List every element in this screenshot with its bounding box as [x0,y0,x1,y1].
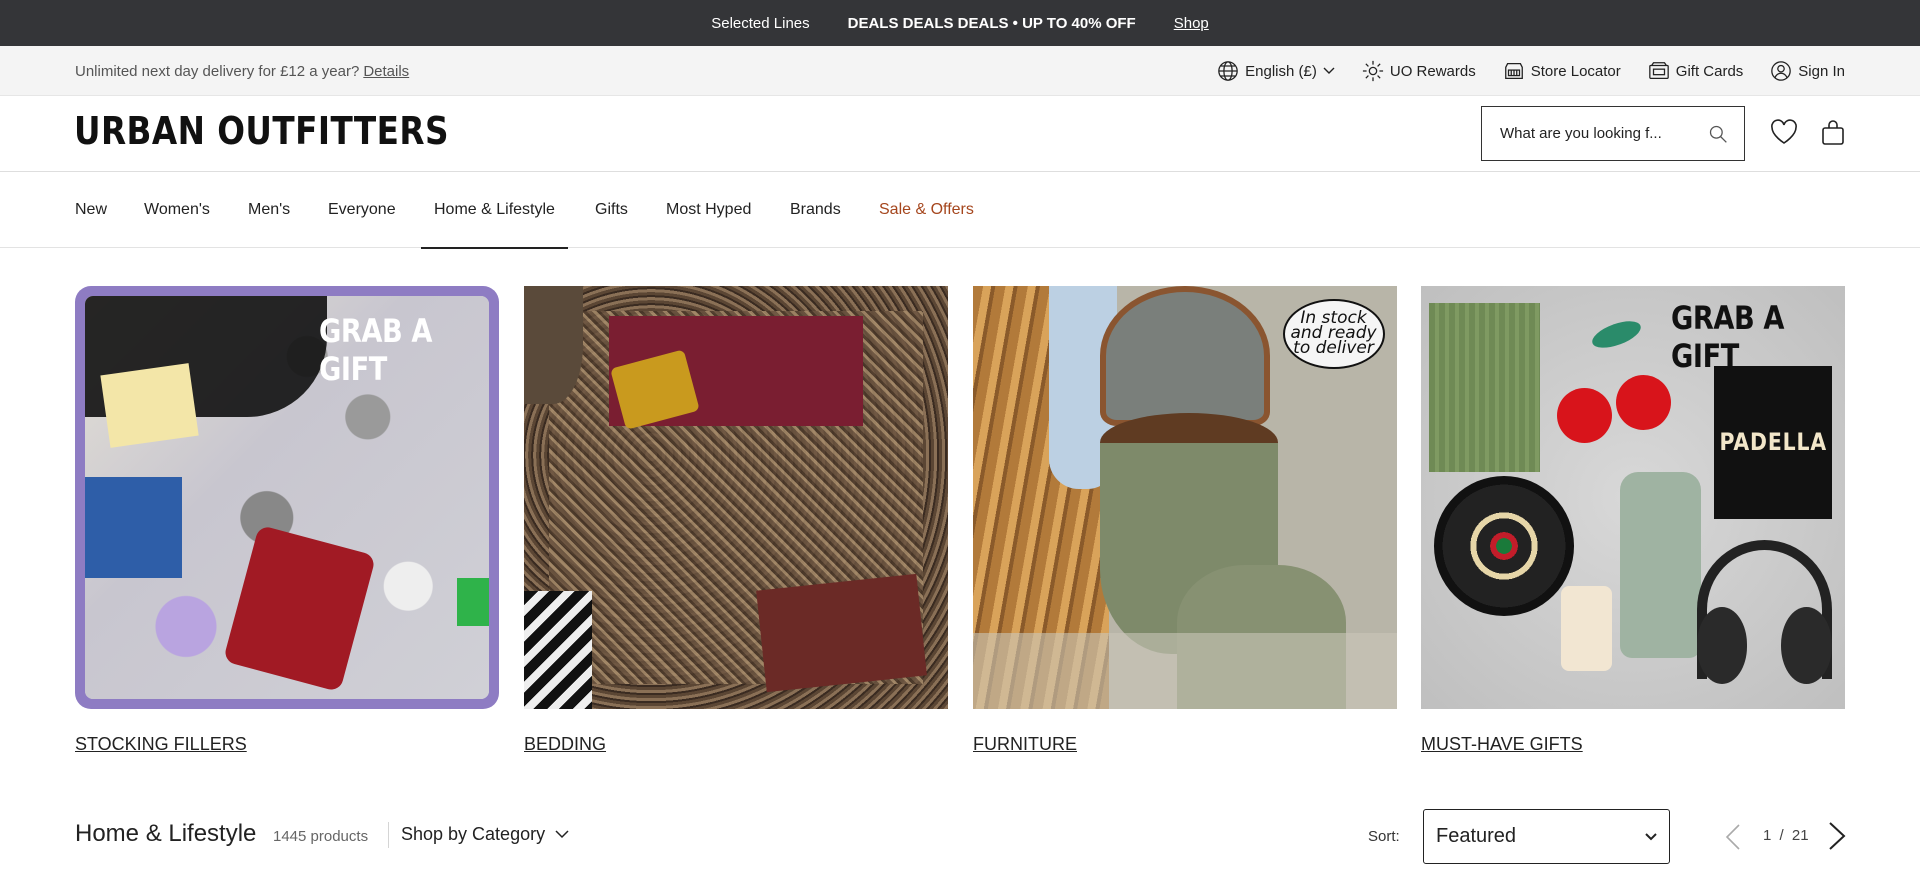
promo-selected-lines[interactable]: Selected Lines [711,15,809,32]
page-indicator: 1 / 21 [1763,827,1809,844]
must-have-gifts-overlay-text: GRAB A GIFT [1671,298,1785,375]
delivery-details-link[interactable]: Details [363,63,409,80]
bedding-link[interactable]: BEDDING [524,734,606,755]
nav-item-womens[interactable]: Women's [144,172,210,248]
stocking-fillers-image[interactable]: GRAB A GIFT [75,286,499,709]
wishlist-heart-icon[interactable] [1770,119,1798,145]
toolbar-divider [388,822,389,848]
nav-item-mens[interactable]: Men's [248,172,290,248]
language-label: English (£) [1245,62,1317,80]
shopping-bag-icon[interactable] [1820,119,1846,147]
stocking-fillers-overlay-text: GRAB A GIFT [319,312,433,389]
sign-in-label: Sign In [1798,62,1845,80]
listing-toolbar: Home & Lifestyle 1445 products Shop by C… [0,800,1920,870]
shop-by-category-label: Shop by Category [401,824,546,844]
category-tile-stocking-fillers[interactable]: GRAB A GIFT STOCKING FILLERS [75,286,499,754]
must-have-gifts-image[interactable]: PADELLA GRAB A GIFT [1421,286,1845,709]
next-page-icon[interactable] [1828,822,1846,850]
previous-page-icon[interactable] [1725,824,1741,850]
search-box[interactable] [1481,106,1745,161]
bedding-image[interactable] [524,286,948,709]
nav-item-everyone[interactable]: Everyone [328,172,396,248]
nav-item-sale-offers[interactable]: Sale & Offers [879,172,974,248]
store-icon [1504,63,1523,79]
gift-cards-link[interactable]: Gift Cards [1648,60,1744,82]
shop-by-category-dropdown[interactable]: Shop by Category [401,824,569,845]
listing-title: Home & Lifestyle [75,820,257,847]
must-have-gifts-link[interactable]: MUST-HAVE GIFTS [1421,734,1583,755]
uo-rewards-label: UO Rewards [1389,62,1476,80]
uo-rewards-link[interactable]: UO Rewards [1362,60,1476,82]
sign-in-link[interactable]: Sign In [1770,60,1845,82]
page-total: 21 [1791,827,1809,844]
gift-card-icon [1648,62,1669,79]
sort-value: Featured [1436,825,1517,847]
search-input[interactable] [1500,125,1700,142]
user-icon [1771,61,1792,81]
sort-label: Sort: [1368,828,1400,845]
chevron-down-icon [1645,832,1657,840]
stocking-fillers-link[interactable]: STOCKING FILLERS [75,734,247,755]
store-locator-link[interactable]: Store Locator [1503,60,1621,82]
chevron-down-icon [1323,67,1335,74]
utility-links: English (£) UO Rewards Store Locator Gif… [1190,46,1845,96]
search-icon[interactable] [1708,124,1728,144]
product-count: 1445 products [273,828,369,845]
promo-deals[interactable]: DEALS DEALS DEALS • UP TO 40% OFF [848,15,1136,32]
padella-book-title: PADELLA [1719,428,1827,457]
nav-item-gifts[interactable]: Gifts [595,172,628,248]
site-logo[interactable]: URBAN OUTFITTERS [74,112,449,150]
utility-bar: Unlimited next day delivery for £12 a ye… [0,46,1920,96]
furniture-image[interactable]: In stock and ready to deliver [973,286,1397,709]
in-stock-badge: In stock and ready to deliver [1282,298,1385,369]
promo-shop-link[interactable]: Shop [1174,15,1209,32]
category-tile-furniture[interactable]: In stock and ready to deliver FURNITURE [973,286,1397,754]
nav-item-new[interactable]: New [75,172,107,248]
page-current: 1 [1763,827,1772,844]
rewards-sun-icon [1362,60,1383,82]
language-selector[interactable]: English (£) [1217,60,1335,82]
nav-item-brands[interactable]: Brands [790,172,841,248]
site-header: URBAN OUTFITTERS [0,96,1920,172]
nav-item-home-lifestyle[interactable]: Home & Lifestyle [421,172,568,249]
sort-select[interactable]: Featured [1423,809,1670,864]
delivery-message: Unlimited next day delivery for £12 a ye… [75,63,409,80]
store-locator-label: Store Locator [1530,62,1621,80]
category-tile-must-have-gifts[interactable]: PADELLA GRAB A GIFT MUST-HAVE GIFTS [1421,286,1845,754]
nav-item-most-hyped[interactable]: Most Hyped [666,172,751,248]
promo-bar: Selected Lines DEALS DEALS DEALS • UP TO… [0,0,1920,46]
delivery-text: Unlimited next day delivery for £12 a ye… [75,63,360,80]
globe-icon [1218,61,1238,81]
chevron-down-icon [555,830,569,839]
gift-cards-label: Gift Cards [1675,62,1744,80]
page-separator: / [1779,827,1784,844]
furniture-link[interactable]: FURNITURE [973,734,1077,755]
main-nav: New Women's Men's Everyone Home & Lifest… [0,172,1920,249]
category-tile-bedding[interactable]: BEDDING [524,286,948,754]
